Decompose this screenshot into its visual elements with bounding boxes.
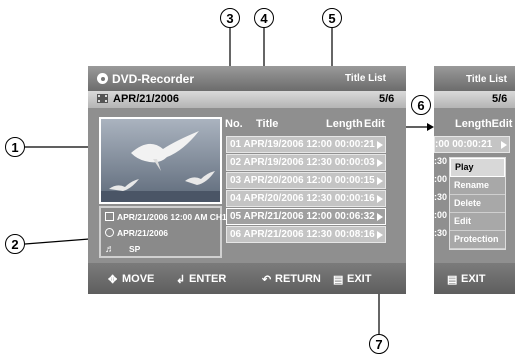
- side-partial: :30: [434, 192, 448, 202]
- side-row-text: :00 00:00:21: [435, 139, 493, 150]
- record-date: APR/21/2006: [117, 228, 169, 238]
- page-indicator: 5/6: [379, 93, 395, 105]
- menu-item-rename[interactable]: Rename: [450, 177, 505, 195]
- exit-hint[interactable]: EXIT: [347, 273, 371, 285]
- title-row-02[interactable]: 02 APR/19/2006 12:30 00:00:03: [226, 154, 386, 171]
- col-length: Length: [326, 118, 363, 130]
- edit-arrow-icon[interactable]: [501, 141, 507, 149]
- row-text: 03 APR/20/2006 12:00 00:00:15: [230, 175, 375, 186]
- side-partial: :00: [434, 210, 448, 220]
- current-date: APR/21/2006: [113, 93, 180, 105]
- edit-arrow-icon[interactable]: [377, 177, 383, 185]
- edit-arrow-icon[interactable]: [377, 159, 383, 167]
- section-title: Title List: [345, 73, 386, 84]
- row-text: 01 APR/19/2006 12:00 00:00:21: [230, 139, 375, 150]
- side-partial: :30: [434, 156, 448, 166]
- row-text: 02 APR/19/2006 12:30 00:00:03: [230, 157, 375, 168]
- title-list-screen: DVD-Recorder Title List APR/21/2006 5/6 …: [88, 66, 406, 294]
- film-icon: [97, 94, 108, 103]
- tv-icon: [105, 212, 114, 221]
- row-text: 06 APR/21/2006 12:30 00:08:16: [230, 229, 375, 240]
- side-page-indicator: 5/6: [492, 93, 508, 105]
- return-icon: ↶: [262, 274, 272, 286]
- side-exit-icon: ▤: [447, 274, 458, 286]
- title-row-03[interactable]: 03 APR/20/2006 12:00 00:00:15: [226, 172, 386, 189]
- side-section-title: Title List: [466, 74, 507, 85]
- menu-item-delete[interactable]: Delete: [450, 195, 505, 213]
- record-datetime: APR/21/2006 12:00 AM CH1: [117, 212, 227, 222]
- quality-icon: ♬: [105, 244, 115, 255]
- enter-hint[interactable]: ENTER: [189, 273, 226, 285]
- col-edit: Edit: [364, 118, 385, 130]
- menu-item-play[interactable]: Play: [450, 158, 505, 177]
- row-text: 05 APR/21/2006 12:00 00:06:32: [230, 211, 375, 222]
- title-thumbnail: [99, 117, 222, 204]
- title-info-panel: APR/21/2006 12:00 AM CH1 APR/21/2006 ♬ S…: [99, 206, 227, 258]
- disc-icon: [97, 73, 108, 84]
- date-bar: APR/21/2006 5/6: [88, 91, 406, 108]
- menu-item-protection[interactable]: Protection: [450, 231, 505, 249]
- clock-icon: [105, 228, 114, 237]
- bottom-nav-bar: ✥ MOVE ↲ ENTER ↶ RETURN ▤ EXIT: [88, 263, 406, 294]
- title-row-04[interactable]: 04 APR/20/2006 12:30 00:00:16: [226, 190, 386, 207]
- side-exit-hint[interactable]: EXIT: [461, 273, 485, 285]
- row-text: 04 APR/20/2006 12:30 00:00:16: [230, 193, 375, 204]
- enter-icon: ↲: [176, 274, 186, 286]
- exit-icon: ▤: [333, 274, 344, 286]
- edit-menu-screen: Title List 5/6 LengthEdit :00 00:00:21 :…: [434, 66, 515, 294]
- title-bar: DVD-Recorder Title List: [88, 66, 406, 91]
- side-col-lengthedit: LengthEdit: [455, 118, 513, 130]
- app-title: DVD-Recorder: [112, 72, 195, 86]
- edit-arrow-icon[interactable]: [377, 231, 383, 239]
- move-hint[interactable]: MOVE: [122, 273, 154, 285]
- return-hint[interactable]: RETURN: [275, 273, 321, 285]
- menu-item-edit[interactable]: Edit: [450, 213, 505, 231]
- edit-arrow-icon[interactable]: [377, 141, 383, 149]
- edit-arrow-icon[interactable]: [377, 195, 383, 203]
- col-title: Title: [256, 118, 279, 130]
- side-partial: :00: [434, 174, 448, 184]
- edit-popup-menu: Play Rename Delete Edit Protection: [449, 157, 506, 250]
- side-partial: :30: [434, 228, 448, 238]
- move-icon: ✥: [108, 274, 118, 286]
- col-no: No.: [225, 118, 243, 130]
- title-row-05-selected[interactable]: 05 APR/21/2006 12:00 00:06:32: [226, 208, 386, 225]
- title-row-06[interactable]: 06 APR/21/2006 12:30 00:08:16: [226, 226, 386, 243]
- title-row-01[interactable]: 01 APR/19/2006 12:00 00:00:21: [226, 136, 386, 153]
- edit-arrow-icon[interactable]: [377, 213, 383, 221]
- record-quality: SP: [129, 244, 141, 254]
